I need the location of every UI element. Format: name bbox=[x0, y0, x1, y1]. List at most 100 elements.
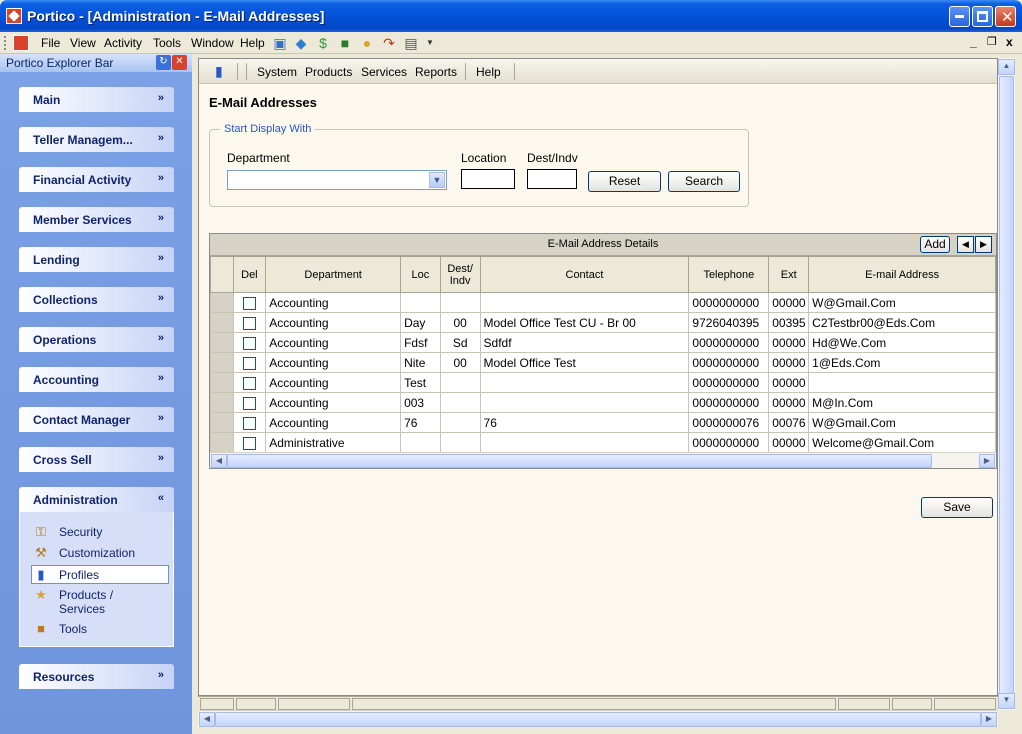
col-header-loc[interactable]: Loc bbox=[400, 256, 441, 293]
main-vertical-scrollbar[interactable]: ▲ ▼ bbox=[998, 58, 1015, 710]
col-header-dest-indv[interactable]: Dest/ Indv bbox=[439, 256, 481, 293]
scroll-left-arrow-icon[interactable]: ◀ bbox=[211, 454, 227, 468]
admin-item-products-services[interactable]: ★ Products / Services bbox=[32, 586, 170, 616]
loc-cell[interactable]: Day bbox=[400, 312, 441, 333]
row-selector[interactable] bbox=[210, 292, 234, 313]
delete-checkbox[interactable] bbox=[242, 436, 256, 450]
row-selector[interactable] bbox=[210, 392, 234, 413]
menu-file[interactable]: File bbox=[41, 36, 60, 50]
telephone-cell[interactable]: 0000000000 bbox=[688, 292, 770, 313]
profile-toolbar-icon[interactable]: ▮ bbox=[215, 63, 223, 80]
table-row[interactable]: Administrative 0000000000 00000 Welcome@… bbox=[210, 432, 996, 453]
menu-help[interactable]: Help bbox=[240, 36, 265, 50]
col-header-department[interactable]: Department bbox=[265, 256, 402, 293]
telephone-cell[interactable]: 0000000000 bbox=[688, 392, 770, 413]
delete-checkbox[interactable] bbox=[242, 416, 256, 430]
department-cell[interactable]: Accounting bbox=[265, 412, 402, 433]
save-button[interactable]: Save bbox=[921, 497, 993, 518]
maximize-button[interactable] bbox=[972, 6, 993, 27]
group-cross-sell[interactable]: Cross Sell » bbox=[19, 447, 174, 472]
printer-icon[interactable]: ▤ bbox=[402, 34, 420, 52]
email-cell[interactable]: C2Testbr00@Eds.Com bbox=[808, 312, 996, 333]
row-selector[interactable] bbox=[210, 332, 234, 353]
admin-item-security[interactable]: ⚿ Security bbox=[32, 523, 170, 541]
admin-item-profiles[interactable]: ▮ Profiles bbox=[31, 565, 169, 584]
scroll-right-arrow-icon[interactable]: ▶ bbox=[979, 454, 995, 468]
department-cell[interactable]: Accounting bbox=[265, 332, 402, 353]
col-header-telephone[interactable]: Telephone bbox=[688, 256, 770, 293]
email-cell[interactable]: Welcome@Gmail.Com bbox=[808, 432, 996, 453]
loc-cell[interactable]: Fdsf bbox=[400, 332, 441, 353]
dest-cell[interactable]: 00 bbox=[439, 312, 481, 333]
ext-cell[interactable]: 00000 bbox=[768, 292, 810, 313]
department-dropdown[interactable]: ▼ bbox=[227, 170, 447, 190]
cash-drawer-icon[interactable]: ■ bbox=[336, 34, 354, 52]
group-operations[interactable]: Operations » bbox=[19, 327, 174, 352]
reset-button[interactable]: Reset bbox=[588, 171, 661, 192]
close-button[interactable]: ✕ bbox=[995, 6, 1016, 27]
ext-cell[interactable]: 00000 bbox=[768, 432, 810, 453]
contact-cell[interactable]: Model Office Test bbox=[479, 352, 690, 373]
mdi-restore-button[interactable]: ❐ bbox=[987, 35, 997, 48]
group-teller-management[interactable]: Teller Managem... » bbox=[19, 127, 174, 152]
loc-cell[interactable] bbox=[400, 292, 441, 313]
contact-cell[interactable]: Sdfdf bbox=[479, 332, 690, 353]
loc-cell[interactable]: 76 bbox=[400, 412, 441, 433]
table-row[interactable]: Accounting Day 00 Model Office Test CU -… bbox=[210, 312, 996, 333]
scroll-up-arrow-icon[interactable]: ▲ bbox=[998, 59, 1015, 75]
money-icon[interactable]: $ bbox=[314, 34, 332, 52]
department-cell[interactable]: Administrative bbox=[265, 432, 402, 453]
email-cell[interactable]: 1@Eds.Com bbox=[808, 352, 996, 373]
refresh-icon[interactable]: ↻ bbox=[156, 55, 171, 70]
grid-scroll-thumb[interactable] bbox=[227, 454, 932, 468]
ext-cell[interactable]: 00000 bbox=[768, 392, 810, 413]
tag-icon[interactable]: ◆ bbox=[292, 34, 310, 52]
contact-cell[interactable]: 76 bbox=[479, 412, 690, 433]
main-horizontal-scrollbar[interactable]: ◀ ▶ bbox=[198, 710, 998, 727]
ext-cell[interactable]: 00000 bbox=[768, 332, 810, 353]
dest-cell[interactable]: Sd bbox=[439, 332, 481, 353]
redo-arrow-icon[interactable]: ↷ bbox=[380, 34, 398, 52]
delete-checkbox[interactable] bbox=[242, 296, 256, 310]
table-row[interactable]: Accounting 0000000000 00000 W@Gmail.Com bbox=[210, 292, 996, 313]
toolbar-products[interactable]: Products bbox=[305, 65, 352, 79]
ext-cell[interactable]: 00000 bbox=[768, 372, 810, 393]
scroll-right-arrow-icon[interactable]: ▶ bbox=[981, 712, 997, 727]
group-member-services[interactable]: Member Services » bbox=[19, 207, 174, 232]
dest-cell[interactable] bbox=[439, 412, 481, 433]
menu-view[interactable]: View bbox=[70, 36, 96, 50]
coin-bag-icon[interactable]: ● bbox=[358, 34, 376, 52]
prev-arrow-icon[interactable]: ◀ bbox=[957, 236, 974, 253]
toolbar-services[interactable]: Services bbox=[361, 65, 407, 79]
telephone-cell[interactable]: 0000000000 bbox=[688, 332, 770, 353]
email-cell[interactable] bbox=[808, 372, 996, 393]
group-resources[interactable]: Resources » bbox=[19, 664, 174, 689]
col-header-del[interactable]: Del bbox=[232, 256, 267, 293]
contact-cell[interactable] bbox=[479, 432, 690, 453]
col-header-contact[interactable]: Contact bbox=[479, 256, 690, 293]
delete-checkbox[interactable] bbox=[242, 356, 256, 370]
department-cell[interactable]: Accounting bbox=[265, 372, 402, 393]
table-row[interactable]: Accounting Fdsf Sd Sdfdf 0000000000 0000… bbox=[210, 332, 996, 353]
next-arrow-icon[interactable]: ▶ bbox=[975, 236, 992, 253]
search-button[interactable]: Search bbox=[668, 171, 740, 192]
delete-checkbox[interactable] bbox=[242, 336, 256, 350]
grid-horizontal-scrollbar[interactable]: ◀ ▶ bbox=[210, 452, 996, 468]
email-cell[interactable]: W@Gmail.Com bbox=[808, 292, 996, 313]
dropdown-arrow-icon[interactable]: ▼ bbox=[421, 34, 439, 52]
scroll-down-arrow-icon[interactable]: ▼ bbox=[998, 693, 1015, 709]
app-menu-icon[interactable] bbox=[13, 35, 29, 51]
row-selector[interactable] bbox=[210, 352, 234, 373]
group-accounting[interactable]: Accounting » bbox=[19, 367, 174, 392]
telephone-cell[interactable]: 0000000076 bbox=[688, 412, 770, 433]
telephone-cell[interactable]: 0000000000 bbox=[688, 352, 770, 373]
main-scroll-thumb[interactable] bbox=[999, 76, 1014, 696]
email-cell[interactable]: M@In.Com bbox=[808, 392, 996, 413]
admin-item-tools[interactable]: ■ Tools bbox=[32, 620, 170, 638]
location-input[interactable] bbox=[461, 169, 515, 189]
row-selector[interactable] bbox=[210, 412, 234, 433]
row-selector[interactable] bbox=[210, 312, 234, 333]
email-cell[interactable]: W@Gmail.Com bbox=[808, 412, 996, 433]
table-row[interactable]: Accounting Test 0000000000 00000 bbox=[210, 372, 996, 393]
explorer-close-icon[interactable]: ✕ bbox=[172, 55, 187, 70]
